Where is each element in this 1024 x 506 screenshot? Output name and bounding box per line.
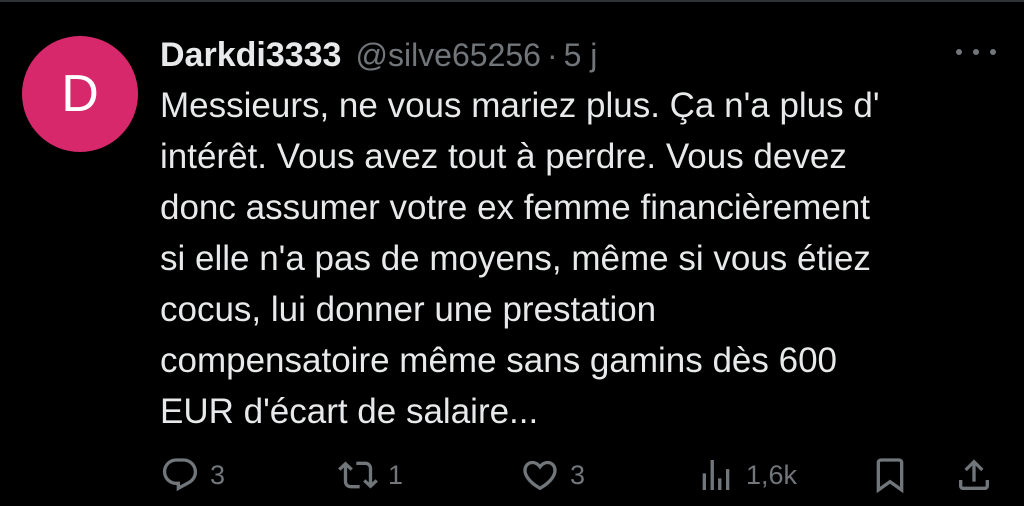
views-button[interactable]: 1,6k bbox=[696, 450, 797, 500]
tweet-age[interactable]: 5 j bbox=[564, 37, 598, 74]
bookmark-icon bbox=[876, 458, 904, 494]
avatar-letter: D bbox=[61, 65, 99, 123]
heart-icon bbox=[523, 460, 557, 491]
tweet-header: Darkdi3333 @silve65256 · 5 j bbox=[160, 30, 954, 80]
avatar[interactable]: D bbox=[22, 36, 138, 152]
repost-icon bbox=[338, 461, 378, 489]
reply-button[interactable]: 3 bbox=[160, 450, 225, 500]
reply-count: 3 bbox=[210, 459, 226, 490]
share-button[interactable] bbox=[954, 450, 994, 500]
repost-button[interactable]: 1 bbox=[338, 450, 403, 500]
views-count: 1,6k bbox=[746, 459, 798, 490]
reply-icon bbox=[162, 458, 198, 492]
share-icon bbox=[959, 459, 989, 490]
tweet-actions: 3 1 3 1,6k bbox=[160, 450, 1000, 500]
repost-count: 1 bbox=[388, 459, 404, 490]
separator-dot: · bbox=[546, 36, 558, 73]
bookmark-button[interactable] bbox=[870, 450, 910, 500]
more-options-icon[interactable] bbox=[956, 40, 996, 64]
like-button[interactable]: 3 bbox=[520, 450, 585, 500]
top-divider bbox=[0, 0, 1024, 2]
tweet-text: Messieurs, ne vous mariez plus. Ça n'a p… bbox=[160, 86, 880, 431]
user-handle[interactable]: @silve65256 bbox=[355, 37, 540, 74]
like-count: 3 bbox=[570, 459, 586, 490]
views-icon bbox=[702, 460, 730, 490]
display-name[interactable]: Darkdi3333 bbox=[160, 36, 341, 75]
